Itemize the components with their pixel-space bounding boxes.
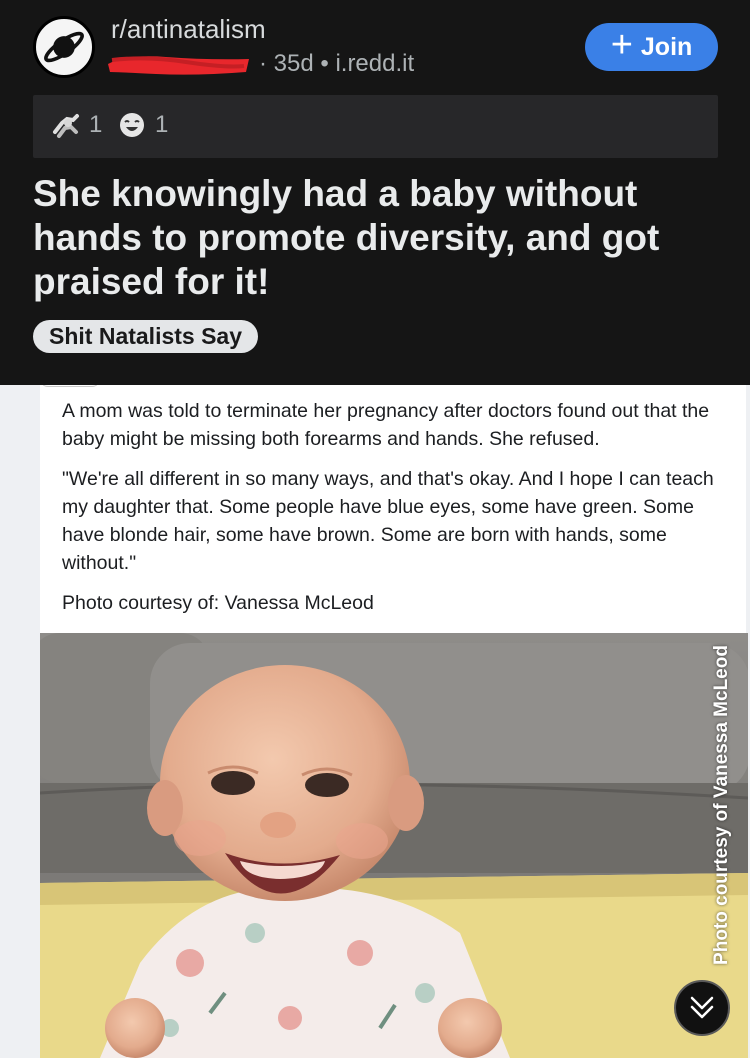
baby-photo [40, 633, 748, 1058]
arm-wrestle-award-icon [53, 114, 79, 138]
award-count: 1 [89, 111, 103, 138]
image-left-margin [0, 385, 40, 1058]
post-header: r/antinatalism · 35d • i.redd.it + Join … [0, 0, 750, 385]
award-count: 1 [155, 111, 169, 138]
post-age-domain: · 35d • i.redd.it [259, 50, 415, 77]
card-avatar-edge [40, 385, 100, 387]
plus-icon: + [610, 24, 633, 66]
laughing-face-award-icon [120, 113, 144, 137]
join-button[interactable]: + Join [585, 23, 718, 71]
award-arm-wrestle[interactable]: 1 [51, 110, 102, 140]
scroll-down-button[interactable] [674, 980, 730, 1036]
subreddit-avatar[interactable] [33, 16, 95, 78]
redacted-username [106, 50, 251, 78]
photo-watermark: Photo courtesy of Vanessa McLeod [702, 640, 742, 970]
awards-bar[interactable]: 1 1 [33, 95, 718, 158]
post-meta: · 35d • i.redd.it [106, 46, 426, 80]
double-chevron-down-icon [690, 996, 714, 1019]
watermark-text: Photo courtesy of Vanessa McLeod [711, 645, 732, 965]
caption-paragraph-2: "We're all different in so many ways, an… [62, 468, 714, 574]
caption-paragraph-1: A mom was told to terminate her pregnanc… [62, 400, 710, 450]
post-title[interactable]: She knowingly had a baby without hands t… [33, 172, 723, 304]
post-flair[interactable]: Shit Natalists Say [33, 320, 259, 353]
subreddit-name[interactable]: r/antinatalism [111, 14, 266, 45]
join-label: Join [640, 32, 693, 61]
planet-icon [38, 21, 90, 73]
award-laughing[interactable]: 1 [117, 110, 168, 140]
caption-photo-credit: Photo courtesy of: Vanessa McLeod [62, 592, 374, 614]
post-image[interactable]: A mom was told to terminate her pregnanc… [0, 385, 750, 1058]
